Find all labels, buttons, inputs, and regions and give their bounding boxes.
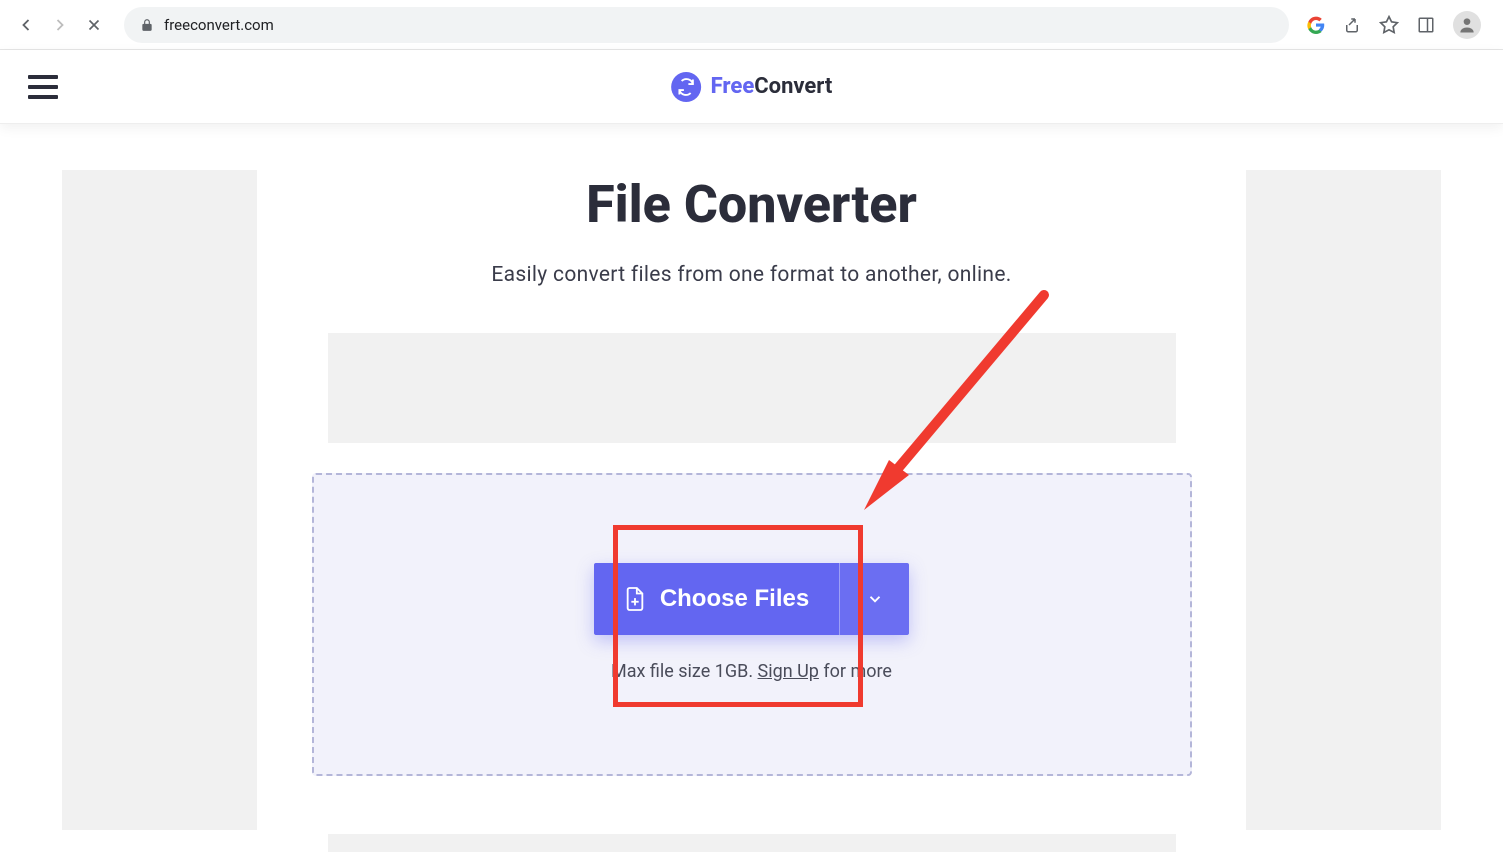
page-subtitle: Easily convert files from one format to …: [491, 263, 1011, 287]
left-ad-placeholder: [62, 170, 257, 830]
share-icon[interactable]: [1343, 16, 1361, 34]
bookmark-star-icon[interactable]: [1379, 15, 1399, 35]
logo-circle-icon: [671, 72, 701, 102]
lock-icon: [140, 18, 154, 32]
file-limit-text: Max file size 1GB. Sign Up for more: [611, 661, 892, 682]
profile-avatar[interactable]: [1453, 11, 1481, 39]
browser-toolbar: freeconvert.com: [0, 0, 1503, 50]
url-text: freeconvert.com: [164, 16, 274, 34]
site-logo[interactable]: FreeConvert: [671, 72, 833, 102]
sign-up-link[interactable]: Sign Up: [758, 661, 819, 682]
page-title: File Converter: [586, 174, 917, 235]
page-body: File Converter Easily convert files from…: [0, 124, 1503, 852]
forward-button[interactable]: [48, 13, 72, 37]
stop-button[interactable]: [82, 13, 106, 37]
file-plus-icon: [624, 586, 646, 612]
site-header: FreeConvert: [0, 50, 1503, 124]
menu-hamburger-icon[interactable]: [28, 75, 58, 99]
choose-files-button[interactable]: Choose Files: [594, 563, 839, 635]
bottom-ad-placeholder: [328, 834, 1176, 852]
right-ad-placeholder: [1246, 170, 1441, 830]
address-bar[interactable]: freeconvert.com: [124, 7, 1289, 43]
main-column: File Converter Easily convert files from…: [301, 170, 1202, 852]
google-icon[interactable]: [1307, 16, 1325, 34]
choose-files-button-group: Choose Files: [594, 563, 909, 635]
logo-text: FreeConvert: [711, 74, 833, 99]
chevron-down-icon: [866, 590, 884, 608]
choose-files-label: Choose Files: [660, 585, 809, 613]
top-ad-placeholder: [328, 333, 1176, 443]
panel-icon[interactable]: [1417, 16, 1435, 34]
file-drop-zone[interactable]: Choose Files Max file size 1GB. Sign Up …: [312, 473, 1192, 776]
choose-files-dropdown-button[interactable]: [839, 563, 909, 635]
back-button[interactable]: [14, 13, 38, 37]
browser-right-icons: [1299, 11, 1489, 39]
